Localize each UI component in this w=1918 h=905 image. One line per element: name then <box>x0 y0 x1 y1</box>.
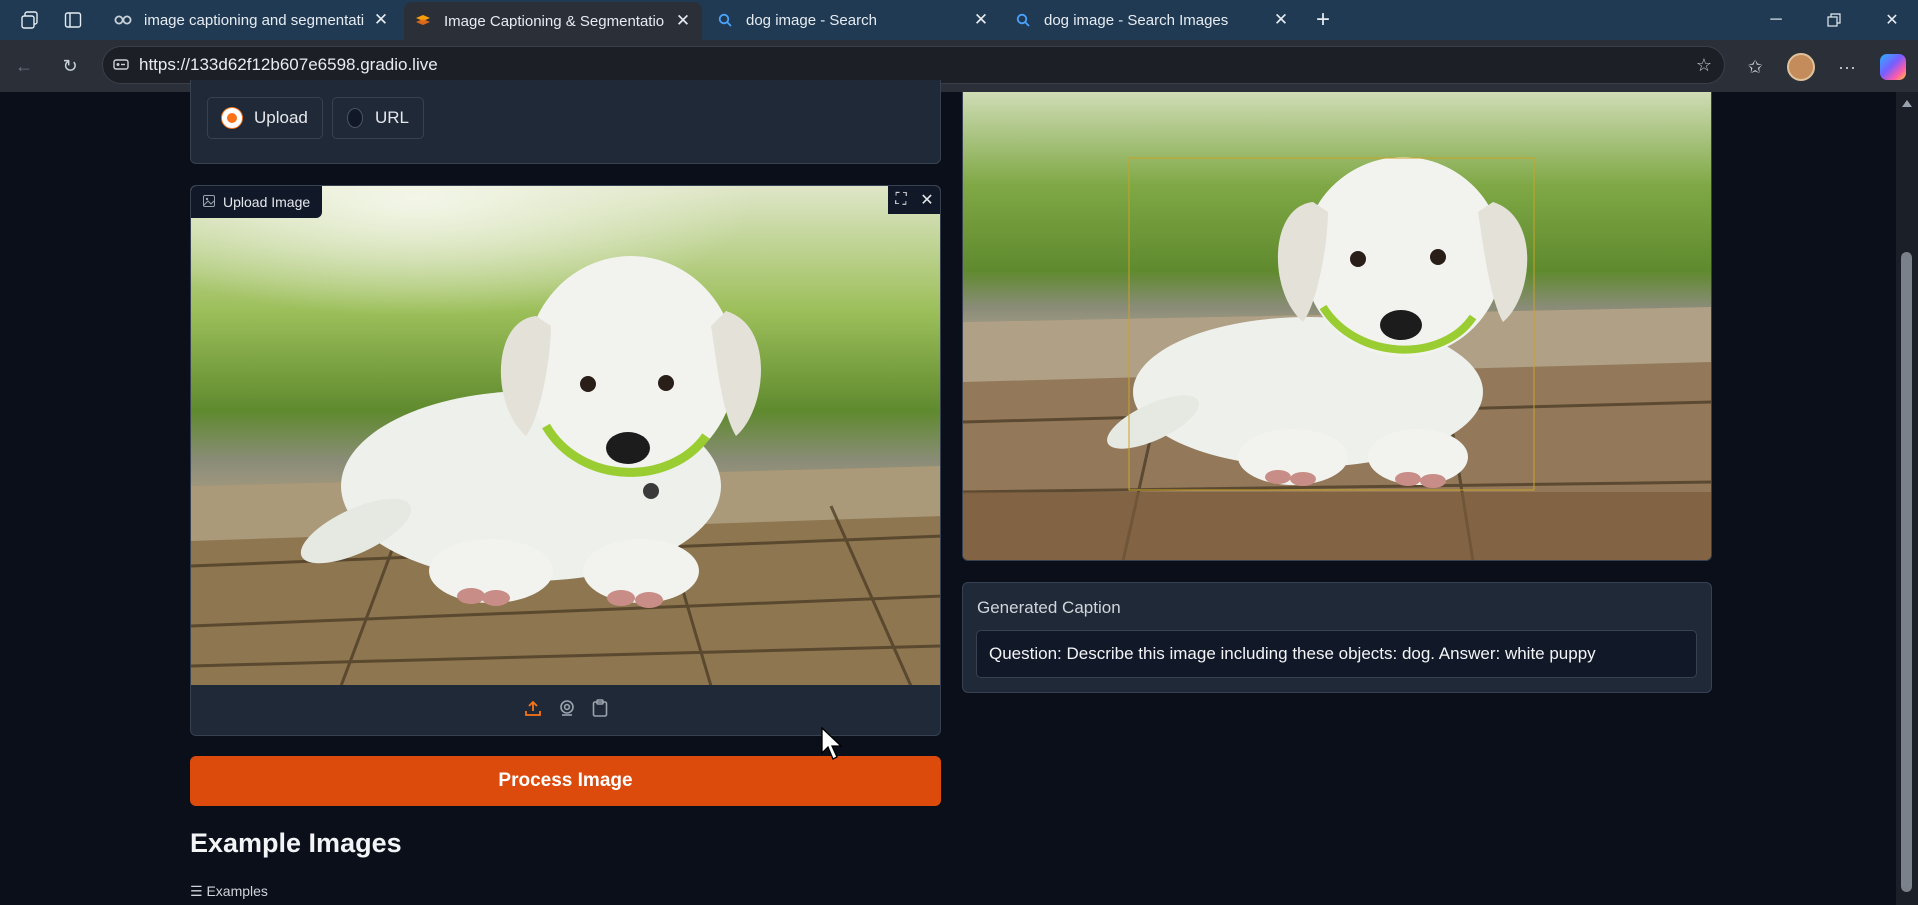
tab-title: dog image - Search <box>746 11 877 29</box>
output-image-panel[interactable] <box>962 92 1712 561</box>
caption-label: Generated Caption <box>977 598 1121 617</box>
source-radio-group: Upload URL <box>190 80 941 164</box>
close-tab-icon[interactable]: ✕ <box>1272 10 1290 30</box>
radio-label: URL <box>374 108 409 127</box>
upload-icon[interactable] <box>524 699 542 722</box>
image-input-label: Upload Image <box>191 186 323 218</box>
image-input-panel[interactable]: Upload Image ⛶ ✕ <box>190 185 941 736</box>
tab-4[interactable]: dog image - Search Images ✕ <box>1004 4 1300 36</box>
site-info-icon[interactable] <box>103 56 139 75</box>
tab-3[interactable]: dog image - Search ✕ <box>706 4 1000 36</box>
uploaded-dog-image <box>191 186 940 686</box>
workspaces-icon[interactable] <box>15 5 45 35</box>
radio-url[interactable]: URL <box>332 97 424 139</box>
tab-title: image captioning and segmentati <box>144 11 365 29</box>
restore-button[interactable] <box>1806 0 1862 40</box>
annotated-dog-image <box>963 92 1711 560</box>
search-icon <box>716 11 734 29</box>
radio-upload[interactable]: Upload <box>207 97 323 139</box>
new-tab-button[interactable]: + <box>1308 5 1338 35</box>
minimize-button[interactable]: ─ <box>1748 0 1804 40</box>
image-tools: ⛶ ✕ <box>888 186 940 214</box>
scrollbar-thumb[interactable] <box>1901 252 1912 892</box>
back-icon[interactable]: ← <box>10 52 38 80</box>
examples-heading: Example Images <box>190 828 402 858</box>
url-field[interactable]: https://133d62f12b607e6598.gradio.live ☆ <box>102 46 1725 84</box>
close-tab-icon[interactable]: ✕ <box>674 11 692 31</box>
tab-title: Image Captioning & Segmentatio <box>444 12 665 30</box>
close-tab-icon[interactable]: ✕ <box>372 10 390 30</box>
mouse-cursor-icon <box>821 726 843 766</box>
page-scrollbar[interactable] <box>1896 92 1918 905</box>
tab-1[interactable]: image captioning and segmentati ✕ <box>104 4 400 36</box>
scroll-up-arrow-icon[interactable] <box>1902 100 1912 107</box>
close-icon[interactable]: ✕ <box>914 186 940 214</box>
radio-label: Upload <box>254 108 308 127</box>
image-label-text: Upload Image <box>223 194 311 210</box>
search-icon <box>1014 11 1032 29</box>
tab-2[interactable]: Image Captioning & Segmentatio ✕ <box>404 2 702 40</box>
radio-button-selected[interactable] <box>222 108 242 128</box>
webcam-icon[interactable] <box>558 699 576 722</box>
more-menu-icon[interactable]: ··· <box>1832 52 1862 82</box>
avatar <box>1787 53 1815 81</box>
clipboard-icon[interactable] <box>592 698 608 722</box>
vertical-tabs-icon[interactable] <box>58 5 88 35</box>
url-text: https://133d62f12b607e6598.gradio.live <box>139 55 438 74</box>
radio-button[interactable] <box>347 108 363 128</box>
copilot-logo <box>1880 54 1906 80</box>
tab-title: dog image - Search Images <box>1044 11 1229 29</box>
profile-avatar[interactable] <box>1786 52 1816 82</box>
close-window-button[interactable]: ✕ <box>1864 0 1918 40</box>
refresh-icon[interactable]: ↻ <box>56 52 84 80</box>
close-tab-icon[interactable]: ✕ <box>972 10 990 30</box>
list-icon: ☰ <box>190 883 203 899</box>
link-icon <box>114 11 132 29</box>
image-icon <box>203 194 215 210</box>
favorite-star-icon[interactable]: ☆ <box>1684 55 1724 76</box>
examples-label-text: Examples <box>206 883 268 899</box>
caption-output: Generated Caption Question: Describe thi… <box>962 582 1712 693</box>
favorites-icon[interactable]: ✩ <box>1740 52 1770 82</box>
examples-label: ☰ Examples <box>190 883 268 900</box>
copilot-icon[interactable] <box>1878 52 1908 82</box>
tab-bar: image captioning and segmentati ✕ Image … <box>0 0 1918 40</box>
caption-textbox[interactable]: Question: Describe this image including … <box>976 630 1697 678</box>
fullscreen-icon[interactable]: ⛶ <box>888 186 914 214</box>
gradio-icon <box>414 12 432 30</box>
